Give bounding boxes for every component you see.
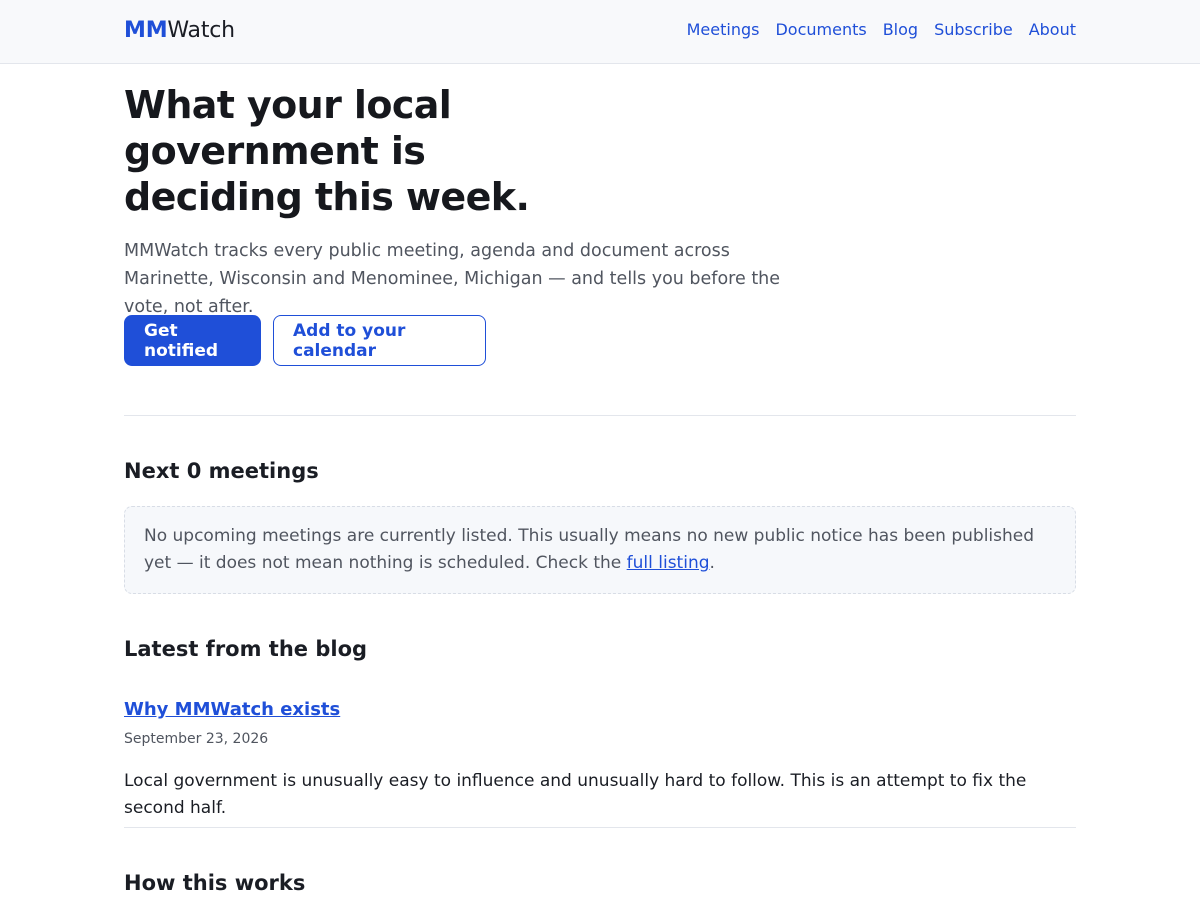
blog-post-date: September 23, 2026	[124, 731, 269, 747]
get-notified-button[interactable]: Get notified	[124, 315, 261, 366]
nav-link-subscribe[interactable]: Subscribe	[934, 19, 1013, 41]
brand-logo[interactable]: MMWatch	[124, 17, 235, 45]
hero-cta-row: Get notified Add to your calendar	[124, 315, 486, 366]
brand-accent: MM	[124, 18, 168, 43]
how-it-works-heading: How this works	[124, 871, 306, 895]
no-meetings-notice: No upcoming meetings are currently liste…	[124, 506, 1076, 594]
section-divider	[124, 827, 1076, 828]
top-navigation-bar: MMWatch Meetings Documents Blog Subscrib…	[0, 0, 1200, 64]
hero-subtitle: MMWatch tracks every public meeting, age…	[124, 241, 781, 317]
nav-link-about[interactable]: About	[1029, 19, 1076, 41]
main-nav: Meetings Documents Blog Subscribe About	[687, 19, 1076, 41]
notice-text-end: .	[709, 553, 715, 573]
hero-title: What your local government is deciding t…	[124, 83, 530, 219]
nav-link-documents[interactable]: Documents	[775, 19, 866, 41]
add-to-calendar-button[interactable]: Add to your calendar	[273, 315, 486, 366]
brand-rest: Watch	[167, 18, 235, 43]
section-divider	[124, 415, 1076, 416]
meetings-heading: Next 0 meetings	[124, 459, 319, 483]
nav-link-meetings[interactable]: Meetings	[687, 19, 760, 41]
notice-text: No upcoming meetings are currently liste…	[144, 526, 1035, 573]
full-listing-link[interactable]: full listing	[627, 553, 710, 573]
blog-post-title-link[interactable]: Why MMWatch exists	[124, 697, 340, 723]
blog-heading: Latest from the blog	[124, 637, 368, 661]
nav-link-blog[interactable]: Blog	[883, 19, 918, 41]
blog-post-excerpt: Local government is unusually easy to in…	[124, 771, 1027, 818]
